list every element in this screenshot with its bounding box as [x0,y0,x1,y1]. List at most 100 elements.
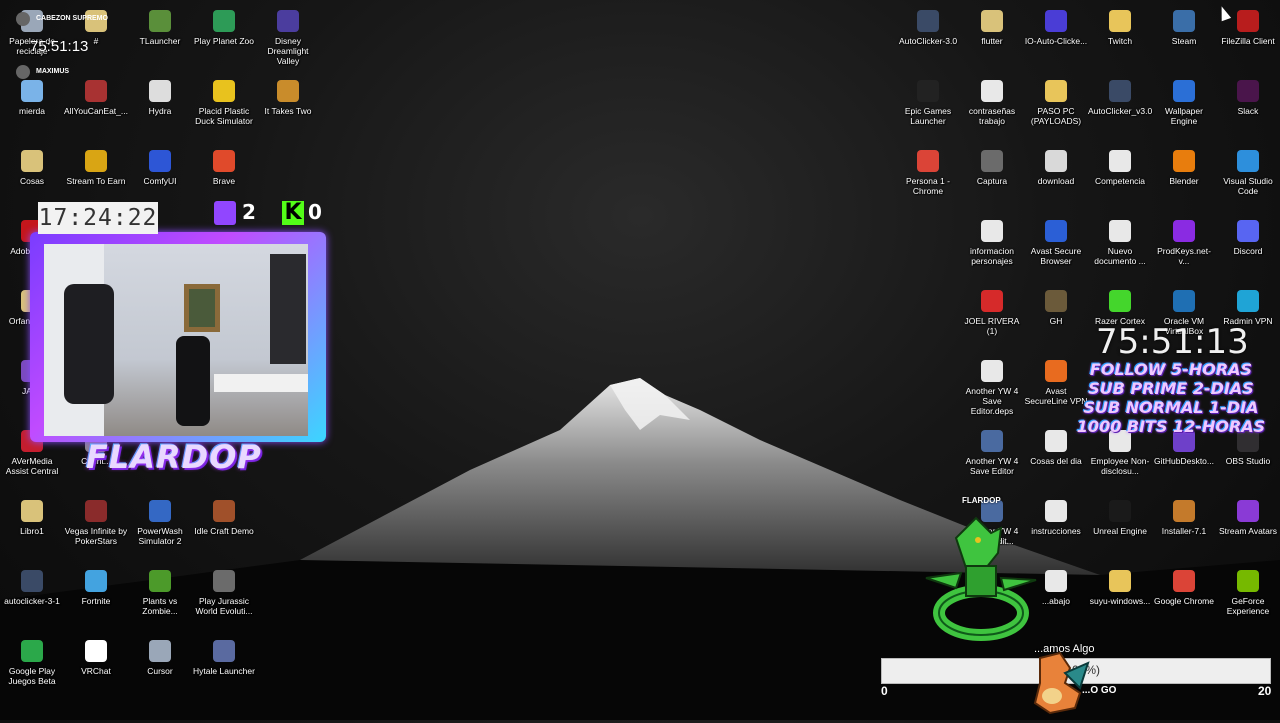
comfyui-icon [149,150,171,172]
desktop-icon[interactable]: PASO PC (PAYLOADS) [1024,74,1088,126]
desktop-icon[interactable]: AllYouCanEat_... [64,74,128,116]
desktop-icon-label: Disney Dreamlight Valley [267,36,309,66]
desktop-icon[interactable]: Plants vs Zombie... [128,564,192,616]
webcam-scene [44,244,308,436]
desktop-icon[interactable]: Play Planet Zoo [192,4,256,46]
desktop-icon[interactable]: Hydra [128,74,192,116]
desktop-icon[interactable]: Vegas Infinite by PokerStars [64,494,128,546]
desktop-icon-label: GH [1049,316,1063,326]
desktop-icon[interactable]: GH [1024,284,1088,326]
desktop-icon[interactable]: AutoClicker-3.0 [896,4,960,46]
desktop-icon[interactable]: IO-Auto-Clicke... [1024,4,1088,46]
brave-icon [213,150,235,172]
stream-to-earn-icon [85,150,107,172]
desktop-icon[interactable]: Unreal Engine [1088,494,1152,536]
desktop-icon[interactable]: Installer-7.1 [1152,494,1216,536]
kick-icon: K [282,201,304,225]
desktop-icon[interactable]: GeForce Experience [1216,564,1280,616]
desktop-icon[interactable]: PowerWash Simulator 2 [128,494,192,546]
desktop-icon[interactable]: It Takes Two [256,74,320,116]
desktop-icon-label: Competencia [1094,176,1146,186]
desktop-icon[interactable]: Google Chrome [1152,564,1216,606]
desktop-icon[interactable]: Razer Cortex [1088,284,1152,326]
steam-icon [1173,10,1195,32]
desktop-icon[interactable]: Slack [1216,74,1280,116]
promo-line: SUB NORMAL 1-DIA [1083,398,1259,417]
desktop-icon[interactable]: Nuevo documento ... [1088,214,1152,266]
desktop-icon[interactable]: Visual Studio Code [1216,144,1280,196]
epic-games-icon [917,80,939,102]
desktop-icon-label: PASO PC (PAYLOADS) [1030,106,1082,126]
desktop-icon-label: VRChat [81,666,111,676]
desktop-icon[interactable]: Epic Games Launcher [896,74,960,126]
desktop-icon[interactable]: download [1024,144,1088,186]
promo-line: 1000 BITS 12-HORAS [1076,417,1266,436]
desktop-icon[interactable]: Persona 1 - Chrome [896,144,960,196]
folder-icon [21,150,43,172]
desktop-icon[interactable]: flutter [960,4,1024,46]
desktop-icon-label: Hydra [148,106,172,116]
unreal-icon [1109,500,1131,522]
desktop-icon[interactable]: mierda [0,74,64,116]
desktop-icon-label: Captura [976,176,1008,186]
desktop-icon[interactable]: Cosas [0,144,64,186]
desktop-icon-label: contraseñas trabajo [968,106,1016,126]
desktop-icon[interactable]: JOEL RIVERA (1) [960,284,1024,336]
duck-icon [213,80,235,102]
avatar [16,65,30,79]
desktop-icon[interactable]: Fortnite [64,564,128,606]
desktop-icon[interactable]: Another YW 4 Save Editor.deps [960,354,1024,416]
desktop-icon[interactable]: informacion personajes [960,214,1024,266]
desktop-icon[interactable]: Play Jurassic World Evoluti... [192,564,256,616]
subathon-timer: 75:51:13 [1096,322,1249,362]
desktop-icon[interactable]: TLauncher [128,4,192,46]
desktop-icon[interactable]: Competencia [1088,144,1152,186]
desktop-icon[interactable]: Avast Secure Browser [1024,214,1088,266]
desktop-icon[interactable]: AutoClicker_v3.0 [1088,74,1152,116]
desktop-icon[interactable]: Google Play Juegos Beta [0,634,64,686]
desktop-icon[interactable]: contraseñas trabajo [960,74,1024,126]
desktop-icon-label: Another YW 4 Save Editor.deps [965,386,1019,416]
desktop-icon-label: TLauncher [139,36,181,46]
avast-browser-icon [1045,220,1067,242]
poker-icon [85,500,107,522]
desktop-icon[interactable]: VRChat [64,634,128,676]
desktop-icon[interactable]: suyu-windows... [1088,564,1152,606]
desktop-icon[interactable]: Captura [960,144,1024,186]
desktop-icon-label: Steam [1171,36,1197,46]
desktop-icon[interactable]: Brave [192,144,256,186]
file-icon [981,360,1003,382]
desktop-icon[interactable]: Cursor [128,634,192,676]
autoclicker-icon [1109,80,1131,102]
desktop-icon[interactable]: Stream Avatars [1216,494,1280,536]
desktop-icon-label: Slack [1237,106,1259,116]
desktop-icon[interactable]: Hytale Launcher [192,634,256,676]
desktop-icon[interactable]: Libro1 [0,494,64,536]
desktop-icon[interactable]: Stream To Earn [64,144,128,186]
desktop-icon[interactable]: Steam [1152,4,1216,46]
desktop-icon[interactable]: Idle Craft Demo [192,494,256,536]
desktop-icon-label: GeForce Experience [1226,596,1270,616]
desktop-icon[interactable]: autoclicker-3-1 [0,564,64,606]
desktop-icon-label: informacion personajes [970,246,1014,266]
desktop-icon-label: IO-Auto-Clicke... [1024,36,1088,46]
desktop-icon[interactable]: Radmin VPN [1216,284,1280,326]
desktop-icon-label: ComfyUI [143,176,177,186]
desktop-icon[interactable]: Discord [1216,214,1280,256]
desktop-icon[interactable]: ProdKeys.net-v... [1152,214,1216,266]
desktop-icon-label: Vegas Infinite by PokerStars [64,526,128,546]
desktop-icon-label: Wallpaper Engine [1165,106,1203,126]
desktop-icon[interactable]: ComfyUI [128,144,192,186]
desktop-icon[interactable]: Twitch [1088,4,1152,46]
desktop-icon[interactable]: Another YW 4 Save Editor [960,424,1024,476]
desktop-icon[interactable]: Wallpaper Engine [1152,74,1216,126]
desktop-icon-label: Unreal Engine [1093,526,1147,536]
fortnite-icon [85,570,107,592]
desktop-icon[interactable]: Disney Dreamlight Valley [256,4,320,66]
desktop-icon-label: Another YW 4 Save Editor [965,456,1019,476]
text-file-icon [1045,500,1067,522]
desktop-icon[interactable]: Blender [1152,144,1216,186]
desktop-icon[interactable]: Placid Plastic Duck Simulator [192,74,256,126]
chat-user-badge: MAXIMUS [8,65,69,79]
desktop-icon-label: Idle Craft Demo [194,526,254,536]
